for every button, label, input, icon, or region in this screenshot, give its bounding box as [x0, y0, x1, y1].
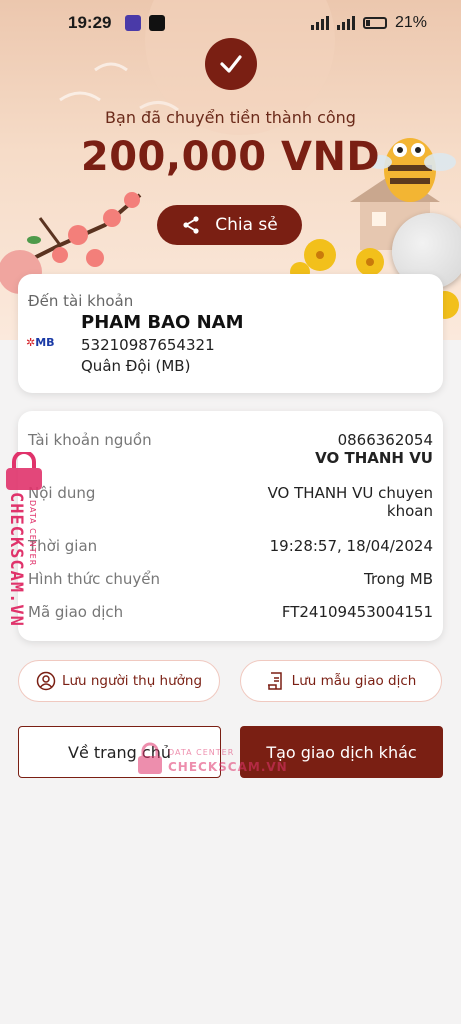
detail-row-transfer-method: Hình thức chuyển Trong MB — [28, 570, 433, 588]
watermark-brand: CHECKSCAM.VN — [6, 492, 26, 627]
detail-value: 19:28:57, 18/04/2024 — [269, 537, 433, 555]
signal-icon — [310, 16, 329, 30]
status-time: 19:29 — [68, 13, 112, 32]
share-label: Chia sẻ — [215, 215, 278, 235]
transaction-details-card: Tài khoản nguồn 0866362054 VO THANH VU N… — [18, 411, 443, 641]
detail-row-content: Nội dung VO THANH VU chuyen khoan — [28, 484, 433, 520]
detail-row-transaction-id: Mã giao dịch FT24109453004151 — [28, 603, 433, 621]
notification-icons — [125, 15, 166, 31]
battery-icon — [362, 17, 387, 29]
tiktok-icon — [149, 15, 166, 31]
battery-level: 21% — [394, 14, 427, 31]
watermark-sub: DATA CENTER — [28, 500, 37, 567]
detail-value: VO THANH VU chuyen khoan — [267, 484, 433, 520]
destination-label: Đến tài khoản — [28, 292, 134, 310]
detail-value: 0866362054 VO THANH VU — [315, 431, 433, 467]
detail-row-source-account: Tài khoản nguồn 0866362054 VO THANH VU — [28, 431, 433, 467]
center-watermark: DATA CENTER CHECKSCAM.VN — [136, 742, 296, 782]
side-watermark: CHECKSCAM.VN DATA CENTER — [2, 452, 42, 652]
app-notification-icon — [125, 15, 142, 31]
mb-bank-logo: ✲MB — [26, 336, 55, 349]
lock-icon — [138, 742, 162, 774]
detail-label: Hình thức chuyển — [28, 570, 161, 588]
detail-value: FT24109453004151 — [281, 603, 433, 621]
share-button[interactable]: Chia sẻ — [157, 205, 302, 245]
success-message: Bạn đã chuyển tiền thành công — [105, 108, 356, 127]
document-icon — [267, 672, 282, 690]
save-beneficiary-button[interactable]: Lưu người thụ hưởng — [18, 660, 220, 702]
detail-label: Tài khoản nguồn — [28, 431, 152, 449]
detail-row-time: Thời gian 19:28:57, 18/04/2024 — [28, 537, 433, 555]
save-template-label: Lưu mẫu giao dịch — [291, 673, 417, 689]
destination-card: Đến tài khoản ✲MB PHAM BAO NAM 532109876… — [18, 274, 443, 393]
transfer-amount: 200,000 VND — [80, 134, 381, 180]
save-template-button[interactable]: Lưu mẫu giao dịch — [240, 660, 442, 702]
share-icon — [183, 216, 199, 234]
save-beneficiary-label: Lưu người thụ hưởng — [61, 673, 203, 689]
watermark-sub: DATA CENTER — [168, 748, 235, 757]
recipient-account-number: 53210987654321 — [81, 336, 215, 354]
user-circle-icon — [36, 671, 56, 691]
detail-value: Trong MB — [363, 570, 433, 588]
detail-label: Mã giao dịch — [28, 603, 124, 621]
recipient-name: PHAM BAO NAM — [81, 312, 244, 333]
success-check-icon — [205, 38, 257, 90]
recipient-bank: Quân Đội (MB) — [81, 357, 191, 375]
lock-icon — [6, 452, 42, 490]
signal-4g-icon — [336, 16, 355, 30]
watermark-brand: CHECKSCAM.VN — [168, 760, 288, 774]
status-right: 21% — [310, 14, 427, 32]
